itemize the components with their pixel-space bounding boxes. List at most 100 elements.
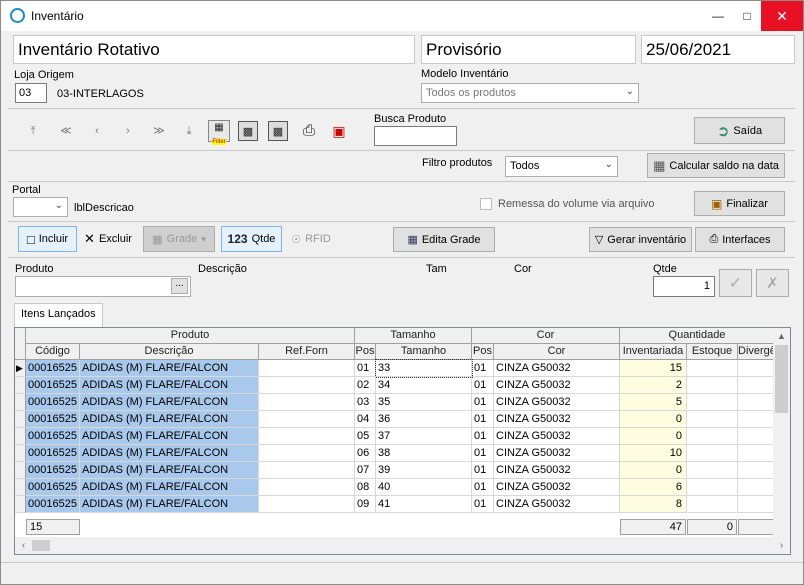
maximize-icon[interactable]: □ [732, 1, 762, 31]
cell-cor[interactable]: CINZA G50032 [494, 479, 620, 496]
cell-tamanho[interactable]: 38 [376, 445, 472, 462]
cell-inventariada[interactable]: 0 [620, 462, 687, 479]
cell-divergencia[interactable] [738, 411, 775, 428]
col-header-tamanho[interactable]: Tamanho [376, 344, 472, 360]
cell-tamanho[interactable]: 36 [376, 411, 472, 428]
nav-next-icon[interactable]: › [118, 121, 138, 141]
cell-descricao[interactable]: ADIDAS (M) FLARE/FALCON [80, 394, 259, 411]
cell-estoque[interactable] [687, 496, 738, 513]
col-header-pos-cor[interactable]: Pos [472, 344, 494, 360]
report-edit-icon[interactable]: ▩ [268, 121, 288, 141]
cell-divergencia[interactable] [738, 360, 775, 377]
finalizar-button[interactable]: ▣ Finalizar [694, 191, 785, 216]
cell-codigo[interactable]: 00016525 [26, 377, 80, 394]
saida-button[interactable]: ➲ Saída [694, 117, 785, 144]
cell-codigo[interactable]: 00016525 [26, 428, 80, 445]
horizontal-scrollbar[interactable]: ‹ › [15, 537, 790, 554]
cell-pos-cor[interactable]: 01 [472, 428, 494, 445]
minimize-icon[interactable]: — [703, 1, 733, 31]
cell-divergencia[interactable] [738, 479, 775, 496]
cell-ref-forn[interactable] [259, 394, 355, 411]
cell-inventariada[interactable]: 0 [620, 411, 687, 428]
cell-tamanho[interactable]: 40 [376, 479, 472, 496]
qtde-input[interactable]: 1 [653, 276, 715, 297]
cell-divergencia[interactable] [738, 377, 775, 394]
cell-descricao[interactable]: ADIDAS (M) FLARE/FALCON [80, 462, 259, 479]
cell-descricao[interactable]: ADIDAS (M) FLARE/FALCON [80, 360, 259, 377]
cell-pos-tamanho[interactable]: 08 [355, 479, 376, 496]
tab-itens-lancados[interactable]: Itens Lançados [14, 303, 103, 327]
nav-forward-icon[interactable]: ≫ [149, 121, 169, 141]
cell-estoque[interactable] [687, 462, 738, 479]
cell-inventariada[interactable]: 2 [620, 377, 687, 394]
produto-input[interactable]: ... [15, 276, 191, 297]
cell-ref-forn[interactable] [259, 428, 355, 445]
scroll-right-icon[interactable]: › [773, 537, 790, 554]
scroll-thumb-h[interactable] [32, 540, 50, 551]
export-icon[interactable]: ▣ [329, 121, 349, 141]
cell-descricao[interactable]: ADIDAS (M) FLARE/FALCON [80, 377, 259, 394]
cell-descricao[interactable]: ADIDAS (M) FLARE/FALCON [80, 428, 259, 445]
cell-cor[interactable]: CINZA G50032 [494, 394, 620, 411]
cell-estoque[interactable] [687, 360, 738, 377]
cell-inventariada[interactable]: 10 [620, 445, 687, 462]
cell-estoque[interactable] [687, 445, 738, 462]
busca-produto-input[interactable] [374, 126, 457, 146]
calcular-saldo-button[interactable]: ▦ Calcular saldo na data [647, 153, 785, 178]
cell-pos-tamanho[interactable]: 06 [355, 445, 376, 462]
cell-codigo[interactable]: 00016525 [26, 411, 80, 428]
cell-pos-tamanho[interactable]: 01 [355, 360, 376, 377]
excluir-button[interactable]: ✕ Excluir [79, 226, 137, 252]
cell-cor[interactable]: CINZA G50032 [494, 445, 620, 462]
cell-codigo[interactable]: 00016525 [26, 394, 80, 411]
cell-codigo[interactable]: 00016525 [26, 496, 80, 513]
cell-pos-cor[interactable]: 01 [472, 411, 494, 428]
cell-pos-tamanho[interactable]: 09 [355, 496, 376, 513]
col-header-estoque[interactable]: Estoque [687, 344, 738, 360]
cell-inventariada[interactable]: 15 [620, 360, 687, 377]
cell-pos-cor[interactable]: 01 [472, 496, 494, 513]
grade-button[interactable]: ▦ Grade ▾ [143, 226, 215, 252]
cell-divergencia[interactable] [738, 394, 775, 411]
cell-pos-cor[interactable]: 01 [472, 394, 494, 411]
cell-tamanho[interactable]: 34 [376, 377, 472, 394]
col-header-cor[interactable]: Cor [494, 344, 620, 360]
cell-ref-forn[interactable] [259, 377, 355, 394]
cell-tamanho[interactable]: 39 [376, 462, 472, 479]
cell-ref-forn[interactable] [259, 496, 355, 513]
cell-cor[interactable]: CINZA G50032 [494, 496, 620, 513]
lookup-button[interactable]: ... [171, 278, 188, 294]
col-header-inventariada[interactable]: Inventariada [620, 344, 687, 360]
col-header-pos-tamanho[interactable]: Pos [355, 344, 376, 360]
cell-estoque[interactable] [687, 394, 738, 411]
cell-inventariada[interactable]: 0 [620, 428, 687, 445]
cell-estoque[interactable] [687, 428, 738, 445]
cell-descricao[interactable]: ADIDAS (M) FLARE/FALCON [80, 411, 259, 428]
cancel-button[interactable]: ✗ [756, 269, 789, 297]
cell-descricao[interactable]: ADIDAS (M) FLARE/FALCON [80, 479, 259, 496]
incluir-button[interactable]: □ Incluir [18, 226, 77, 252]
cell-divergencia[interactable] [738, 445, 775, 462]
scroll-up-icon[interactable]: ▲ [773, 328, 790, 345]
cell-ref-forn[interactable] [259, 445, 355, 462]
cell-tamanho[interactable]: 37 [376, 428, 472, 445]
cell-cor[interactable]: CINZA G50032 [494, 377, 620, 394]
confirm-button[interactable]: ✓ [719, 269, 752, 297]
cell-pos-tamanho[interactable]: 02 [355, 377, 376, 394]
qtde-button[interactable]: 123 Qtde [221, 226, 282, 252]
cell-tamanho[interactable]: 35 [376, 394, 472, 411]
col-header-divergencia[interactable]: Divergê [738, 344, 775, 360]
cell-ref-forn[interactable] [259, 462, 355, 479]
nav-last-icon[interactable]: ⤓ [179, 121, 199, 141]
cell-estoque[interactable] [687, 377, 738, 394]
cell-inventariada[interactable]: 8 [620, 496, 687, 513]
print-icon[interactable]: ⎙ [299, 121, 319, 141]
cell-tamanho[interactable]: 33 [375, 359, 473, 378]
loja-code-input[interactable]: 03 [15, 83, 47, 103]
filter-icon[interactable]: ▦ Filter [208, 120, 230, 145]
col-header-ref-forn[interactable]: Ref.Forn [259, 344, 355, 360]
cell-divergencia[interactable] [738, 462, 775, 479]
nav-first-icon[interactable]: ⤒ [23, 121, 43, 141]
portal-select[interactable]: ⌄ [13, 197, 68, 217]
cell-ref-forn[interactable] [259, 360, 355, 377]
